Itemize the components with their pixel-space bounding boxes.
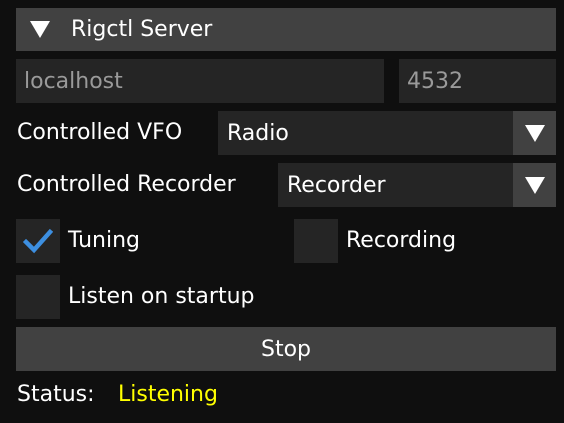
tuning-checkbox[interactable] — [16, 219, 60, 263]
stop-button-label: Stop — [260, 336, 311, 362]
status-label: Status: — [17, 382, 95, 407]
host-input[interactable] — [16, 59, 384, 103]
rigctl-server-header[interactable]: Rigctl Server — [16, 8, 556, 51]
collapse-triangle-icon — [30, 21, 50, 38]
controlled-vfo-dropdown[interactable]: Radio — [218, 111, 556, 155]
port-input[interactable] — [399, 59, 556, 103]
checkmark-icon — [23, 228, 53, 254]
controlled-recorder-label: Controlled Recorder — [17, 172, 236, 197]
stop-button[interactable]: Stop — [16, 327, 556, 371]
triangle-down-icon — [524, 176, 545, 194]
controlled-recorder-value: Recorder — [287, 172, 386, 198]
section-title: Rigctl Server — [71, 16, 213, 42]
controlled-recorder-dropdown[interactable]: Recorder — [278, 163, 556, 207]
vfo-dropdown-arrow[interactable] — [513, 111, 556, 155]
controlled-vfo-label: Controlled VFO — [17, 120, 183, 145]
rigctl-server-panel: Rigctl Server Controlled VFO Radio Contr… — [0, 0, 564, 423]
listen-on-startup-checkbox[interactable] — [16, 275, 60, 319]
listen-on-startup-label: Listen on startup — [68, 284, 255, 309]
status-value: Listening — [118, 382, 218, 407]
recorder-dropdown-arrow[interactable] — [513, 163, 556, 207]
recording-checkbox[interactable] — [294, 219, 338, 263]
controlled-vfo-value: Radio — [227, 120, 289, 146]
triangle-down-icon — [524, 124, 545, 142]
recording-label: Recording — [346, 228, 457, 253]
tuning-label: Tuning — [68, 228, 141, 253]
